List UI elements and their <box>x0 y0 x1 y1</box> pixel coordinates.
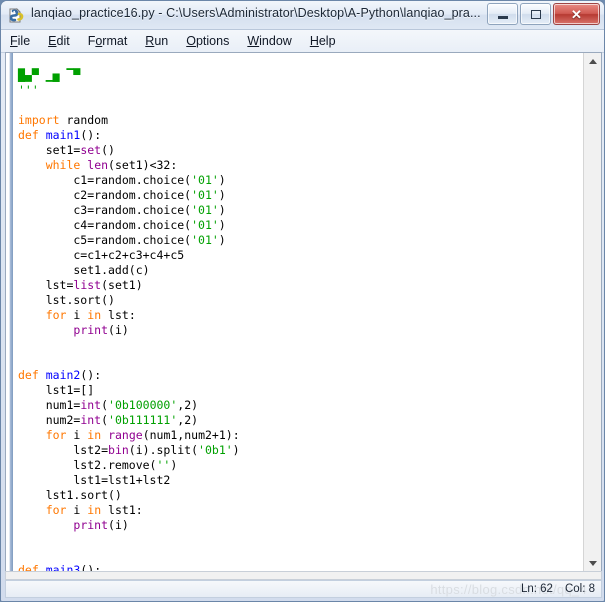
status-bar: https://blog.csdn.net/qq_4 Ln: 62 Col: 8 <box>5 580 602 598</box>
title-bar[interactable]: lanqiao_practice16.py - C:\Users\Adminis… <box>1 1 604 30</box>
horizontal-scrollbar[interactable] <box>5 571 602 580</box>
maximize-icon <box>530 9 541 19</box>
status-line-number: Ln: 62 <box>520 583 553 595</box>
window-controls: ✕ <box>487 3 600 25</box>
scroll-down-arrow-icon <box>588 561 597 566</box>
csdn-watermark: https://blog.csdn.net/qq_4 <box>430 581 587 597</box>
menu-item-window[interactable]: Window <box>247 33 301 49</box>
vertical-scrollbar[interactable] <box>583 53 601 572</box>
close-icon: ✕ <box>571 6 582 22</box>
status-column-number: Col: 8 <box>564 583 595 595</box>
scroll-up-arrow-icon <box>588 59 597 64</box>
menu-item-file[interactable]: File <box>10 33 40 49</box>
editor-frame: █▄▀ ▁▅ ▔▀ ''' import random def main1():… <box>5 52 602 573</box>
scroll-up-button[interactable] <box>584 53 601 70</box>
minimize-button[interactable] <box>487 3 518 25</box>
menu-item-format[interactable]: Format <box>88 33 138 49</box>
menu-item-edit[interactable]: Edit <box>48 33 80 49</box>
editor-left-margin <box>6 53 13 572</box>
minimize-icon <box>497 15 508 19</box>
menu-item-run[interactable]: Run <box>145 33 178 49</box>
code-editor-area[interactable]: █▄▀ ▁▅ ▔▀ ''' import random def main1():… <box>13 53 601 572</box>
python-idle-icon <box>8 6 26 24</box>
menu-item-options[interactable]: Options <box>186 33 239 49</box>
window-title: lanqiao_practice16.py - C:\Users\Adminis… <box>31 6 481 20</box>
menu-bar: File Edit Format Run Options Window Help <box>1 30 604 53</box>
maximize-button[interactable] <box>520 3 551 25</box>
source-code[interactable]: █▄▀ ▁▅ ▔▀ ''' import random def main1():… <box>13 65 468 573</box>
idle-editor-window: lanqiao_practice16.py - C:\Users\Adminis… <box>0 0 605 602</box>
close-button[interactable]: ✕ <box>553 3 600 25</box>
scroll-down-button[interactable] <box>584 555 601 572</box>
menu-item-help[interactable]: Help <box>310 33 346 49</box>
